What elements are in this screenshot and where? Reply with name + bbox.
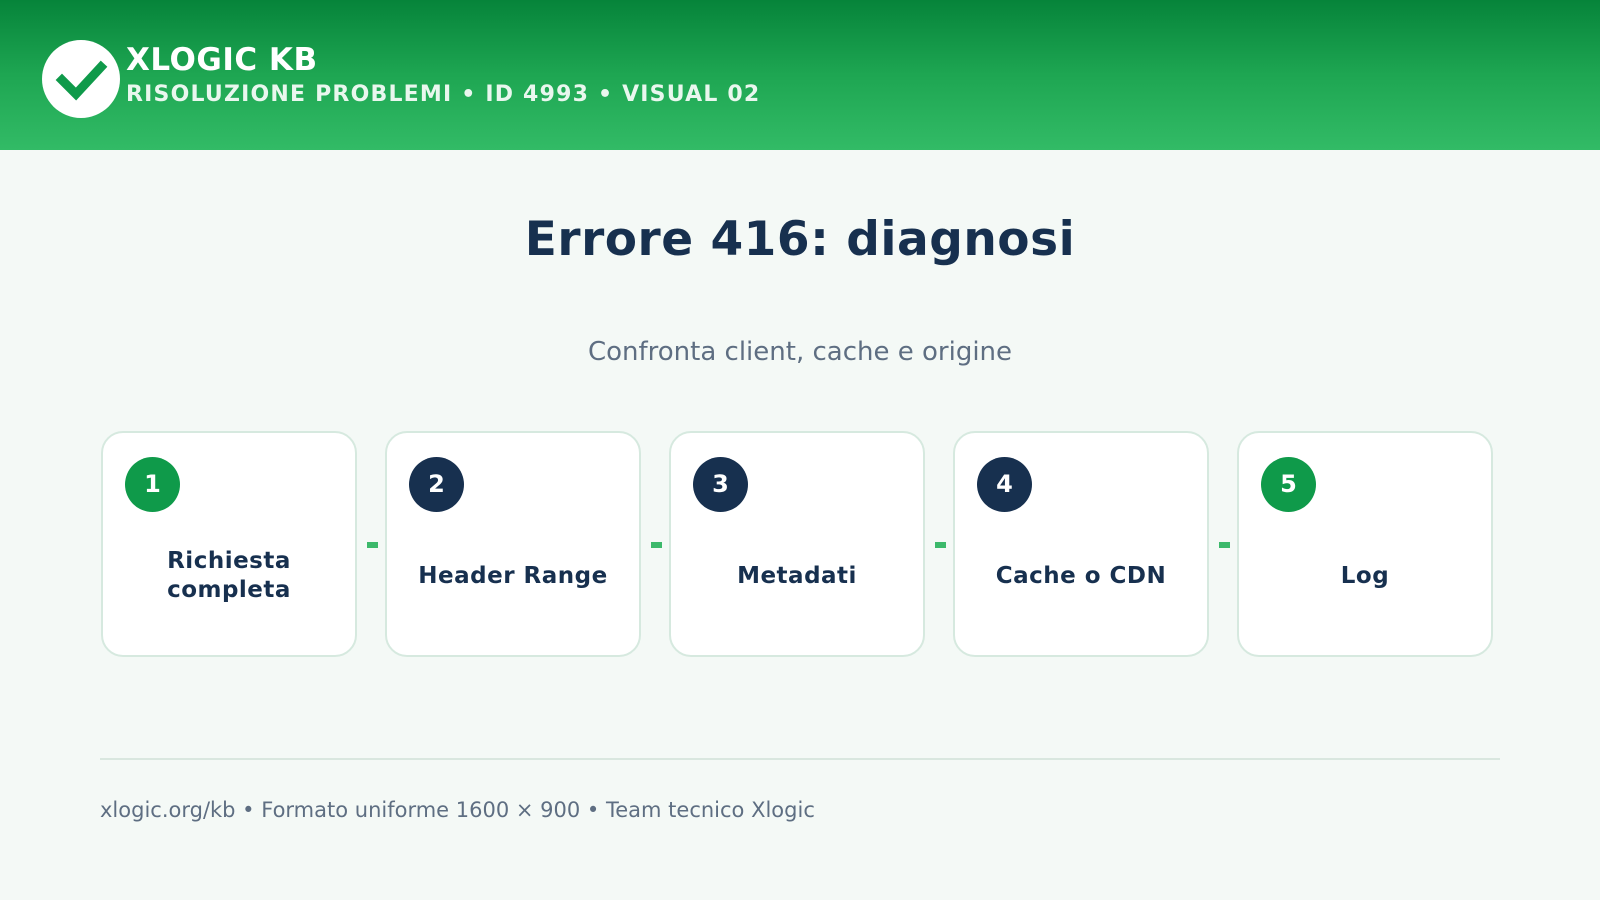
brand-name: XLOGIC KB bbox=[126, 42, 318, 78]
check-icon bbox=[55, 60, 108, 101]
logo-badge bbox=[42, 40, 120, 118]
step-label: Log bbox=[1340, 562, 1390, 589]
header-banner: XLOGIC KB RISOLUZIONE PROBLEMI • ID 4993… bbox=[0, 0, 1600, 150]
step-number-badge: 5 bbox=[1261, 457, 1316, 512]
footer-divider bbox=[100, 758, 1500, 760]
step-number-badge: 3 bbox=[693, 457, 748, 512]
step-card-5: 5 Log bbox=[1237, 431, 1493, 657]
page-subtitle: Confronta client, cache e origine bbox=[587, 337, 1013, 367]
step-label: Cache o CDN bbox=[995, 562, 1167, 589]
footer-text: xlogic.org/kb • Formato uniforme 1600 × … bbox=[100, 798, 815, 822]
step-number-badge: 4 bbox=[977, 457, 1032, 512]
step-number-badge: 1 bbox=[125, 457, 180, 512]
step-label: Metadati bbox=[737, 562, 857, 589]
brand-subtitle: RISOLUZIONE PROBLEMI • ID 4993 • VISUAL … bbox=[126, 82, 761, 107]
step-card-3: 3 Metadati bbox=[669, 431, 925, 657]
step-card-2: 2 Header Range bbox=[385, 431, 641, 657]
step-connector bbox=[1219, 542, 1230, 548]
page-title: Errore 416: diagnosi bbox=[524, 212, 1076, 267]
step-connector bbox=[367, 542, 378, 548]
step-label: Header Range bbox=[418, 562, 608, 589]
step-connector bbox=[935, 542, 946, 548]
step-connector bbox=[651, 542, 662, 548]
step-card-1: 1 Richiesta completa bbox=[101, 431, 357, 657]
step-number-badge: 2 bbox=[409, 457, 464, 512]
step-card-4: 4 Cache o CDN bbox=[953, 431, 1209, 657]
step-label: Richiesta completa bbox=[167, 548, 291, 603]
